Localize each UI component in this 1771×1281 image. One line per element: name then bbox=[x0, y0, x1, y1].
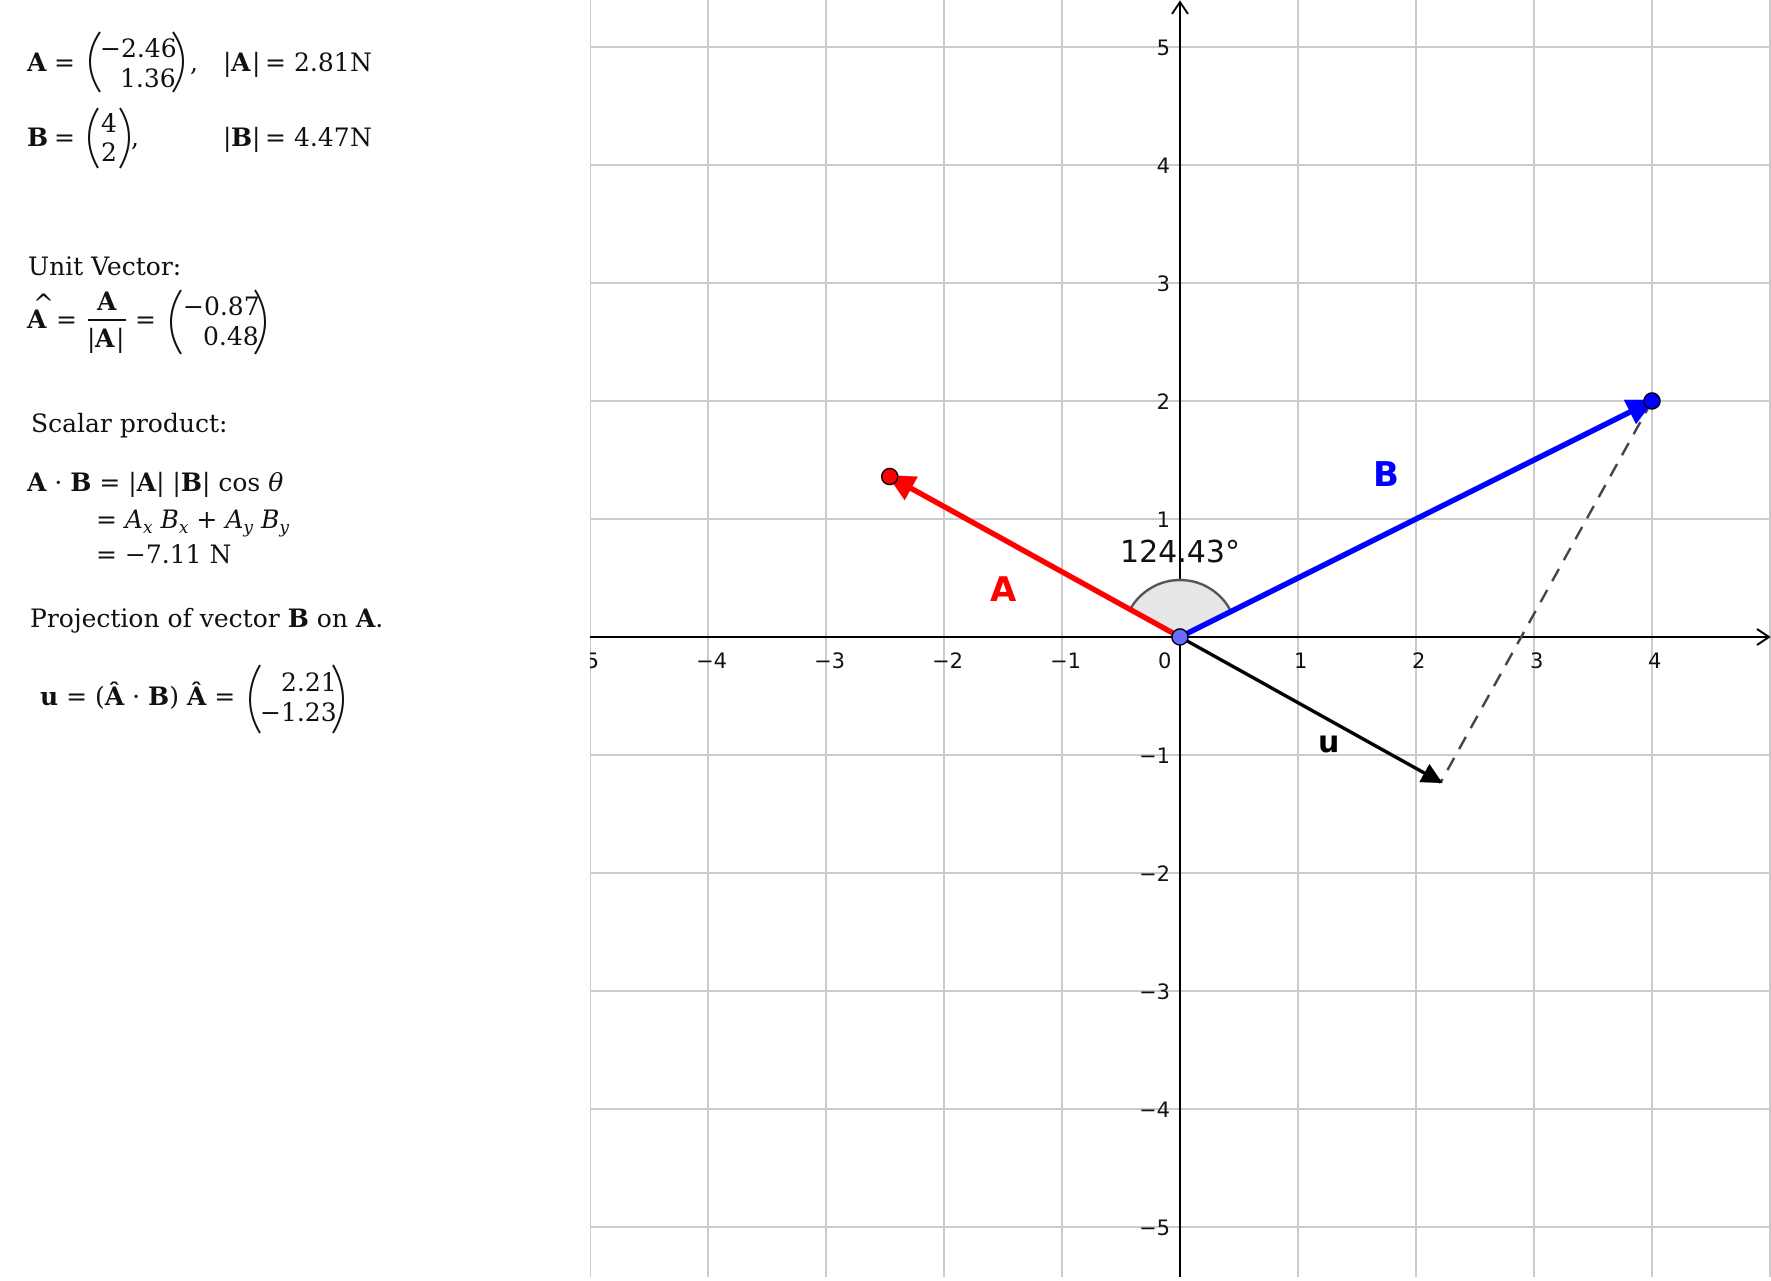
x-tick-label: −3 bbox=[814, 649, 845, 673]
coordinate-plane[interactable]: -5 −4 −3 −2 −1 0 1 2 3 4 5 4 3 2 1 −1 −2 −3 −4 −5 A Bu 124.43… bbox=[578, 0, 1771, 1277]
hat-mark: ^ bbox=[33, 289, 54, 318]
vector-A-definition: A = −2.46 1.36 , | A | = 2.81 N bbox=[26, 31, 372, 93]
y-tick-label: 4 bbox=[1157, 154, 1170, 178]
paren-left bbox=[88, 107, 99, 169]
unit-x-component: −0.87 bbox=[183, 292, 260, 321]
x-tick-label: 3 bbox=[1530, 649, 1543, 673]
x-tick-label: −2 bbox=[932, 649, 963, 673]
A-symbol-mag: A bbox=[230, 48, 251, 77]
B-magnitude: 4.47 bbox=[294, 123, 350, 152]
vector-u-label: u bbox=[1318, 725, 1339, 760]
algebra-panel: A = −2.46 1.36 , | A | = 2.81 N B = 4 2 … bbox=[0, 0, 590, 1277]
y-tick-label: 5 bbox=[1157, 36, 1170, 60]
comma: , bbox=[190, 48, 198, 77]
fraction-denominator: A bbox=[94, 324, 115, 353]
x-tick-label: 4 bbox=[1648, 649, 1661, 673]
A-magnitude: 2.81 bbox=[294, 48, 350, 77]
y-tick-label: 1 bbox=[1157, 508, 1170, 532]
scalar-product-block: Scalar product: A · B = |A| |B| cos θ = … bbox=[26, 409, 289, 569]
x-tick-label: 1 bbox=[1294, 649, 1307, 673]
u-x-component: 2.21 bbox=[281, 668, 337, 697]
paren-right bbox=[119, 107, 130, 169]
A-x-component: −2.46 bbox=[100, 34, 177, 63]
unit-label: N bbox=[350, 48, 372, 77]
projection-title: Projection of vector B on A. bbox=[30, 604, 383, 633]
equals-sign: = bbox=[54, 123, 75, 152]
x-tick-label: 2 bbox=[1412, 649, 1425, 673]
origin-point bbox=[1171, 628, 1189, 646]
vector-u-arrow bbox=[1179, 635, 1443, 784]
B-symbol-mag: B bbox=[231, 123, 252, 152]
equals-sign: = bbox=[265, 123, 286, 152]
B-tip-point bbox=[1643, 392, 1661, 410]
x-tick-label: 0 bbox=[1158, 649, 1171, 673]
unit-label: N bbox=[350, 123, 372, 152]
unit-vector-title: Unit Vector: bbox=[28, 252, 181, 281]
scalar-title: Scalar product: bbox=[31, 409, 227, 438]
scalar-definition: A · B = |A| |B| cos θ bbox=[26, 468, 283, 498]
x-tick-label: -5 bbox=[590, 649, 599, 673]
comma: , bbox=[131, 123, 139, 152]
graphics-view[interactable]: -5 −4 −3 −2 −1 0 1 2 3 4 5 4 3 2 1 −1 −2 −3 −4 −5 A Bu 124.43… bbox=[578, 0, 1771, 1277]
y-tick-label: 2 bbox=[1157, 390, 1170, 414]
vector-B-definition: B = 4 2 , | B | = 4.47 N bbox=[27, 107, 372, 169]
y-tick-label: −3 bbox=[1139, 980, 1170, 1004]
scalar-result: = −7.11 N bbox=[96, 540, 231, 569]
formula-canvas: A = −2.46 1.36 , | A | = 2.81 N B = 4 2 … bbox=[26, 31, 383, 734]
vector-A-label: A bbox=[990, 570, 1017, 610]
B-x-component: 4 bbox=[101, 109, 117, 138]
abs-bar: | bbox=[116, 324, 124, 354]
B-symbol: B bbox=[27, 123, 48, 152]
projection-block: Projection of vector B on A. u = (Â · B)… bbox=[30, 604, 383, 734]
projection-dashed-line bbox=[1439, 400, 1654, 783]
abs-bar: | bbox=[252, 48, 260, 78]
paren-left bbox=[249, 664, 261, 734]
y-tick-label: −5 bbox=[1139, 1216, 1170, 1240]
A-tip-point bbox=[880, 467, 899, 486]
B-y-component: 2 bbox=[101, 138, 117, 167]
paren-left bbox=[89, 31, 101, 93]
equals-sign: = bbox=[265, 48, 286, 77]
unit-y-component: 0.48 bbox=[203, 322, 259, 351]
projection-formula: u = (Â · B) Â = bbox=[40, 682, 235, 711]
y-tick-label: −2 bbox=[1139, 862, 1170, 886]
scalar-components: = Ax Bx + Ay By bbox=[96, 505, 289, 538]
vector-B-label: B bbox=[1373, 455, 1399, 495]
x-tick-label: −4 bbox=[696, 649, 727, 673]
equals-sign: = bbox=[54, 48, 75, 77]
fraction-numerator: A bbox=[96, 287, 117, 316]
y-tick-label: 3 bbox=[1157, 272, 1170, 296]
equals-sign: = bbox=[56, 305, 77, 334]
paren-left bbox=[170, 289, 182, 355]
angle-label: 124.43° bbox=[1120, 535, 1240, 570]
equals-sign: = bbox=[135, 305, 156, 334]
A-symbol: A bbox=[26, 48, 47, 77]
unit-vector-block: Unit Vector: A ^ = A | A | = −0.87 0.48 bbox=[26, 252, 266, 355]
A-y-component: 1.36 bbox=[120, 64, 176, 93]
u-y-component: −1.23 bbox=[260, 698, 337, 727]
x-tick-label: −1 bbox=[1050, 649, 1081, 673]
y-tick-label: −1 bbox=[1139, 744, 1170, 768]
abs-bar: | bbox=[252, 123, 260, 153]
y-tick-label: −4 bbox=[1139, 1098, 1170, 1122]
